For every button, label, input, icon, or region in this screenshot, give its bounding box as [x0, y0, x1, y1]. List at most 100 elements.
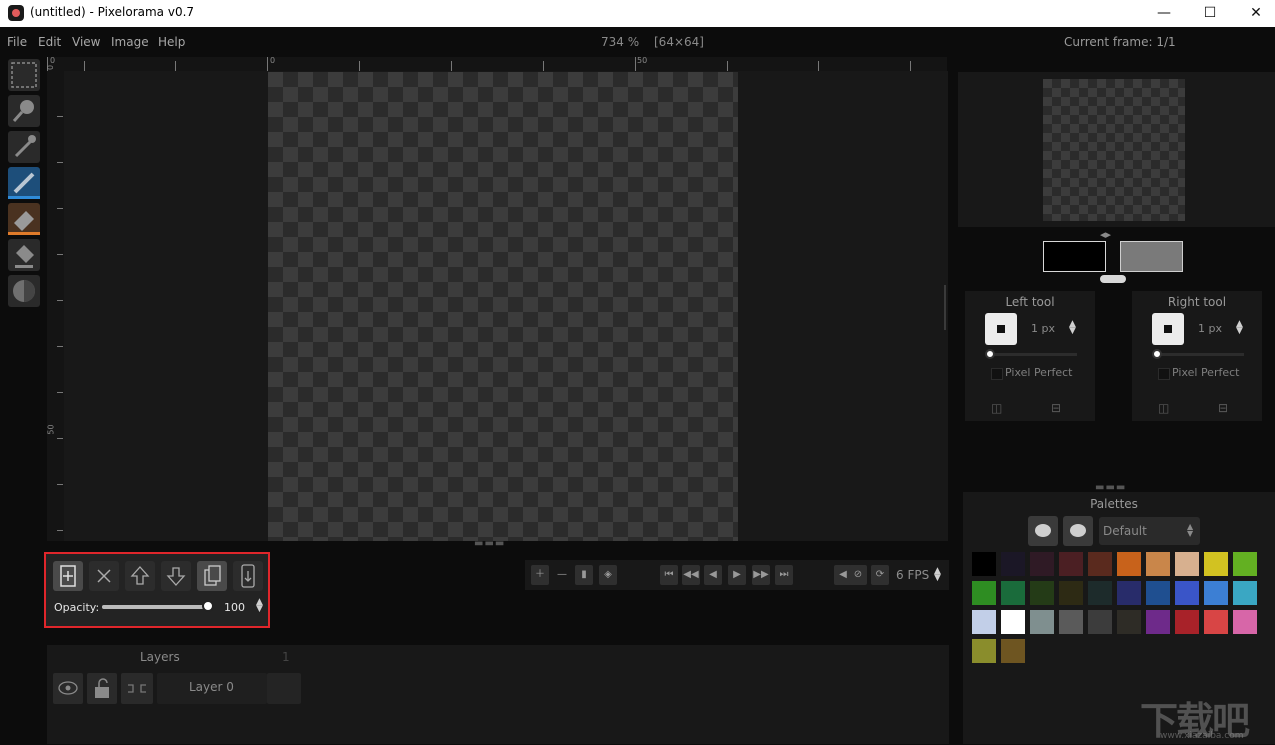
add-frame-button[interactable]: ＋ [531, 565, 549, 585]
palette-swatch[interactable] [972, 639, 996, 663]
right-brush-button[interactable] [1152, 313, 1184, 345]
remove-layer-button[interactable] [89, 561, 119, 591]
remove-frame-button[interactable]: — [553, 565, 571, 585]
drawing-canvas[interactable] [268, 72, 738, 541]
eraser-tool[interactable] [8, 203, 40, 235]
layer-link-button[interactable] [121, 673, 153, 704]
left-size-spinner-icon[interactable]: ▲ ▼ [1069, 320, 1076, 336]
next-frame-button[interactable]: ▶▶ [752, 565, 770, 585]
palette-swatch[interactable] [1117, 581, 1141, 605]
palette-swatch[interactable] [1233, 552, 1257, 576]
add-palette-button[interactable] [1028, 516, 1058, 546]
menu-view[interactable]: View [72, 35, 100, 49]
left-brush-button[interactable] [985, 313, 1017, 345]
right-size-spinner-icon[interactable]: ▲ ▼ [1236, 320, 1243, 336]
lighten-darken-tool[interactable] [8, 275, 40, 307]
zoom-tool[interactable] [8, 95, 40, 127]
palette-swatch[interactable] [1030, 610, 1054, 634]
palette-select[interactable]: Default ▲ ▼ [1099, 517, 1200, 545]
bucket-tool[interactable] [8, 239, 40, 271]
palette-swatch[interactable] [1059, 610, 1083, 634]
palette-swatch[interactable] [1088, 610, 1112, 634]
swap-colors-icon[interactable]: ◂▸ [1100, 228, 1111, 241]
left-horizontal-mirror-icon[interactable]: ◫ [991, 401, 1002, 415]
opacity-spinner-icon[interactable]: ▲ ▼ [256, 598, 263, 614]
palette-swatch[interactable] [1001, 639, 1025, 663]
palette-swatch[interactable] [1001, 581, 1025, 605]
pencil-tool[interactable] [8, 167, 40, 199]
clone-frame-button[interactable]: ▮ [575, 565, 593, 585]
clone-layer-button[interactable] [197, 561, 227, 591]
palette-swatch[interactable] [1001, 610, 1025, 634]
palette-swatch[interactable] [1204, 552, 1228, 576]
merge-down-button[interactable] [233, 561, 263, 591]
left-pixel-perfect-checkbox[interactable] [991, 368, 1003, 380]
palette-swatch[interactable] [1175, 552, 1199, 576]
palette-swatch[interactable] [1204, 610, 1228, 634]
palette-swatch[interactable] [1146, 581, 1170, 605]
minimize-button[interactable]: — [1141, 0, 1187, 27]
edit-palette-button[interactable] [1063, 516, 1093, 546]
color-picker-tool[interactable] [8, 131, 40, 163]
move-layer-up-button[interactable] [125, 561, 155, 591]
left-brush-size-slider[interactable] [993, 353, 1077, 356]
left-color-picker[interactable] [1043, 241, 1106, 272]
add-layer-button[interactable] [53, 561, 83, 591]
close-button[interactable]: ✕ [1233, 0, 1275, 27]
opacity-slider-handle[interactable] [202, 600, 214, 612]
right-color-picker[interactable] [1120, 241, 1183, 272]
onion-skin-button[interactable]: ⊘ [849, 565, 867, 585]
play-backwards-button[interactable]: ◀ [704, 565, 722, 585]
loop-button[interactable]: ⟳ [871, 565, 889, 585]
palette-swatch[interactable] [1146, 552, 1170, 576]
palette-swatch[interactable] [1146, 610, 1170, 634]
move-layer-down-button[interactable] [161, 561, 191, 591]
menu-help[interactable]: Help [158, 35, 185, 49]
palette-swatch[interactable] [972, 610, 996, 634]
previous-frame-button[interactable]: ◀◀ [682, 565, 700, 585]
right-horizontal-mirror-icon[interactable]: ◫ [1158, 401, 1169, 415]
palette-swatch[interactable] [1117, 610, 1141, 634]
layer-frame-cel[interactable] [267, 673, 301, 704]
layer-visibility-button[interactable] [53, 673, 83, 704]
first-frame-button[interactable]: ⏮ [660, 565, 678, 585]
play-forward-button[interactable]: ▶ [728, 565, 746, 585]
palette-swatch[interactable] [1175, 581, 1199, 605]
frame-tag-button[interactable]: ◈ [599, 565, 617, 585]
right-brush-size-slider-handle[interactable] [1152, 349, 1162, 359]
palette-swatch[interactable] [1030, 552, 1054, 576]
palette-swatch[interactable] [1233, 610, 1257, 634]
palette-swatch[interactable] [1001, 552, 1025, 576]
left-vertical-mirror-icon[interactable]: ⊟ [1051, 401, 1061, 415]
viewport-scrollbar[interactable] [944, 285, 949, 330]
right-vertical-mirror-icon[interactable]: ⊟ [1218, 401, 1228, 415]
maximize-button[interactable]: ☐ [1187, 0, 1233, 27]
opacity-value[interactable]: 100 [224, 601, 245, 614]
layer-lock-button[interactable] [87, 673, 117, 704]
palette-swatch[interactable] [1059, 552, 1083, 576]
left-brush-size-slider-handle[interactable] [985, 349, 995, 359]
fps-spinner-icon[interactable]: ▲ ▼ [934, 567, 941, 583]
menu-edit[interactable]: Edit [38, 35, 61, 49]
palette-swatch[interactable] [1175, 610, 1199, 634]
right-brush-size-slider[interactable] [1160, 353, 1244, 356]
opacity-slider[interactable] [102, 605, 208, 609]
rectangle-select-tool[interactable] [8, 59, 40, 91]
reset-colors-button[interactable] [1100, 275, 1126, 283]
palette-swatch[interactable] [1117, 552, 1141, 576]
palette-swatch[interactable] [972, 552, 996, 576]
right-pixel-perfect-checkbox[interactable] [1158, 368, 1170, 380]
palette-swatch[interactable] [1088, 552, 1112, 576]
palette-swatch[interactable] [1204, 581, 1228, 605]
fps-field[interactable]: 6 FPS [896, 568, 929, 582]
palette-swatch[interactable] [1088, 581, 1112, 605]
left-brush-size[interactable]: 1 px [1031, 322, 1055, 335]
panel-resize-handle[interactable]: ▬▬▬ [474, 538, 505, 549]
last-frame-button[interactable]: ⏭ [775, 565, 793, 585]
palette-swatch[interactable] [972, 581, 996, 605]
right-brush-size[interactable]: 1 px [1198, 322, 1222, 335]
palette-swatch[interactable] [1059, 581, 1083, 605]
palette-swatch[interactable] [1233, 581, 1257, 605]
menu-file[interactable]: File [7, 35, 27, 49]
palette-swatch[interactable] [1030, 581, 1054, 605]
